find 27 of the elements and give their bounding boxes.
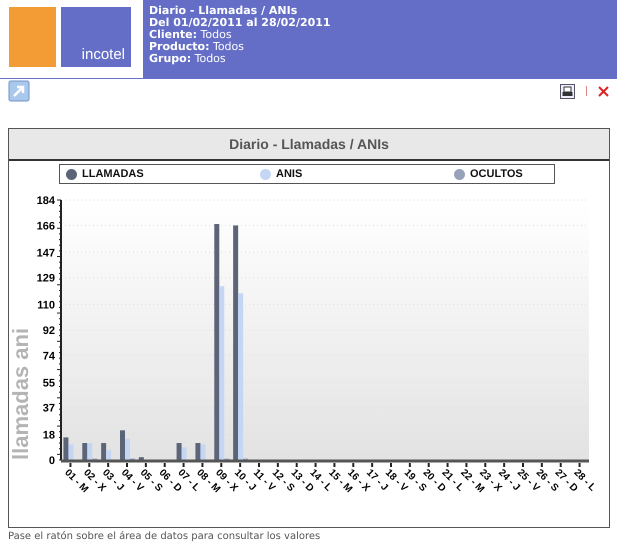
logo-text: incotel: [82, 46, 125, 63]
y-tick-label: 37: [42, 402, 55, 415]
y-tick-label: 129: [36, 272, 55, 285]
legend-label: LLAMADAS: [82, 168, 144, 180]
y-tick-label: 18: [42, 430, 55, 442]
y-tick-label: 184: [36, 195, 55, 207]
legend-label: ANIS: [276, 168, 302, 180]
y-tick-label: 92: [42, 325, 55, 337]
y-tick-label: 74: [42, 350, 55, 362]
chart-title: Diario - Llamadas / ANIs: [9, 129, 609, 161]
close-icon[interactable]: [598, 86, 609, 96]
legend-label: OCULTOS: [470, 168, 523, 180]
y-tick-label: 110: [37, 300, 55, 312]
report-info-line: Producto: Todos: [149, 41, 246, 53]
y-tick-label: 0: [48, 455, 55, 467]
y-tick-label: 55: [42, 377, 55, 390]
report-info-line: Grupo: Todos: [149, 53, 227, 65]
bar: [138, 457, 144, 460]
report-info-line: Cliente: Todos: [149, 29, 233, 41]
print-icon[interactable]: [560, 84, 575, 98]
report-info-line: Diario - Llamadas / ANIs: [149, 5, 298, 17]
report-info-line: Del 01/02/2011 al 28/02/2011: [149, 17, 332, 29]
axis-title: llamadas ani: [9, 328, 33, 460]
y-tick-label: 166: [36, 220, 55, 232]
y-tick-label: 147: [36, 247, 55, 260]
expand-icon[interactable]: [8, 80, 30, 102]
hint-text: Pase el ratón sobre el área de datos para consultar los valores: [7, 530, 322, 544]
